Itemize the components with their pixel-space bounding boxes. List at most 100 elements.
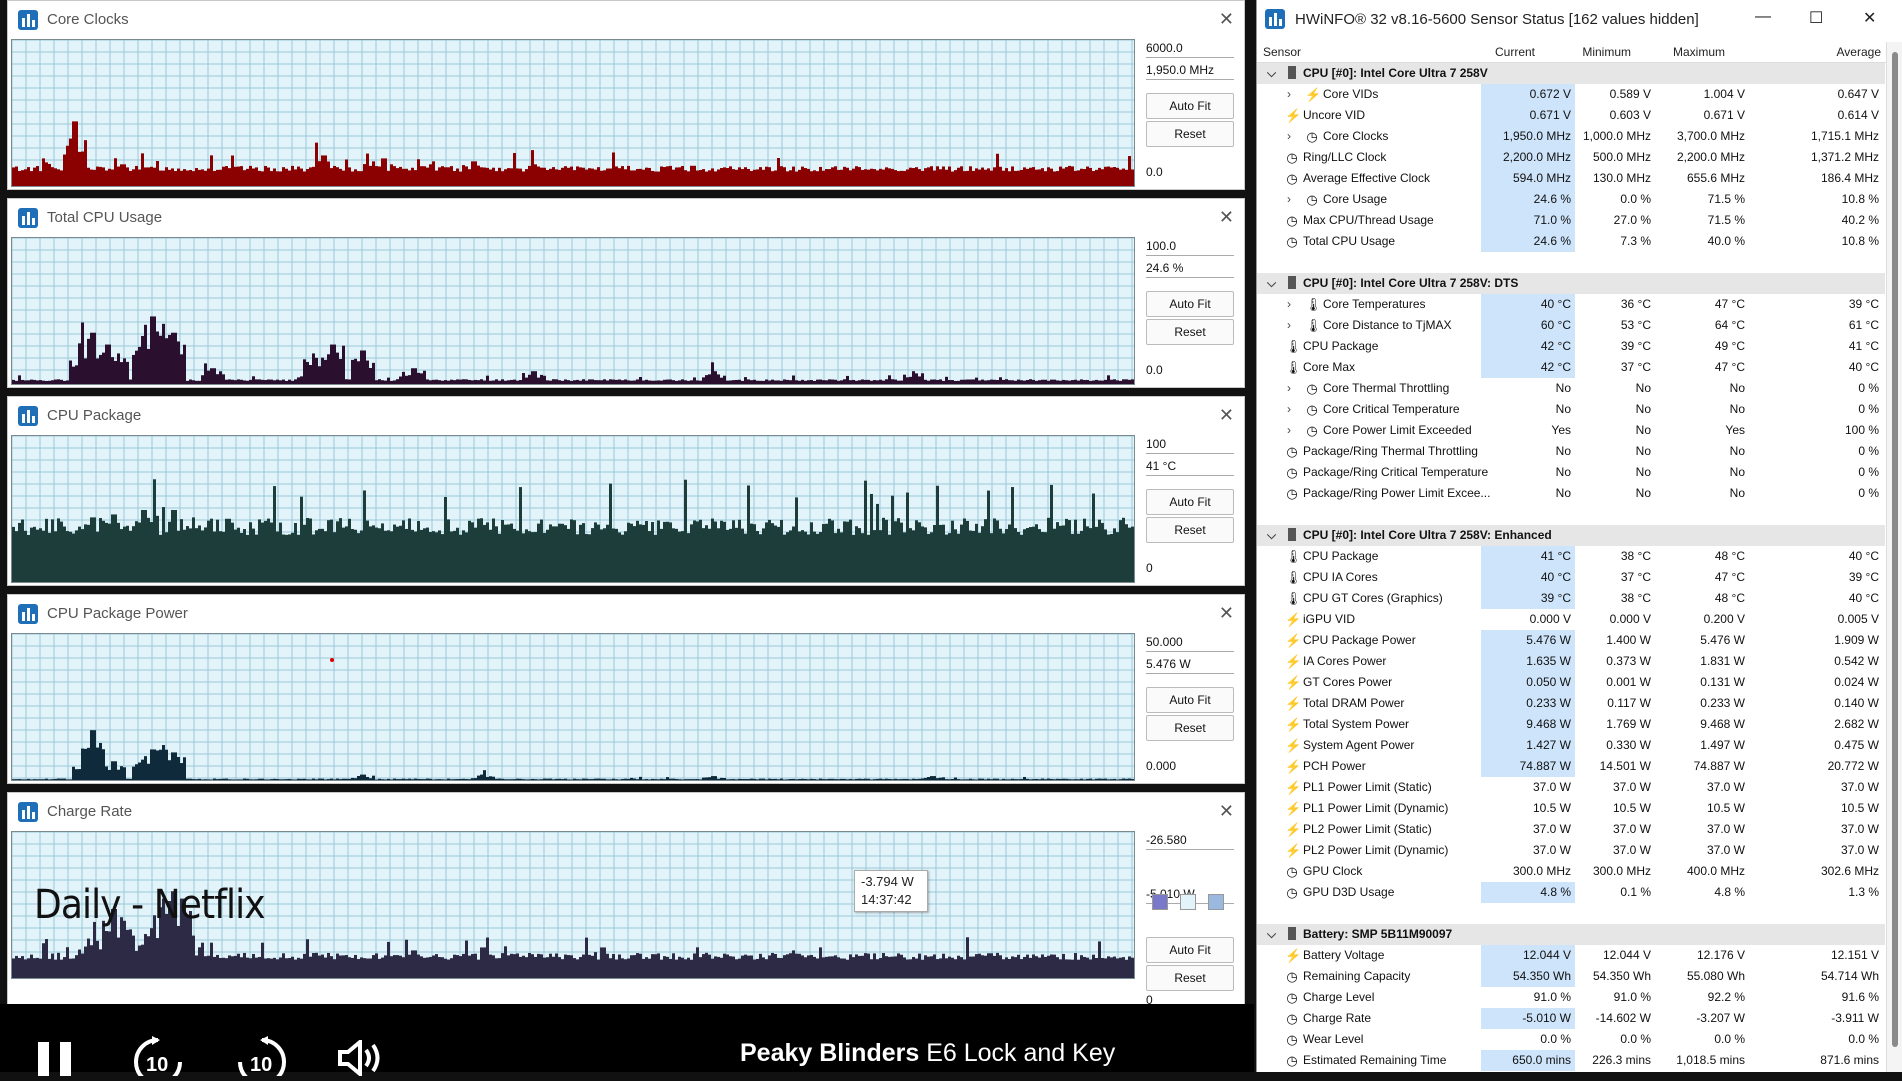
expand-icon[interactable]: › <box>1287 84 1291 105</box>
sensor-row[interactable]: ⚡ Battery Voltage 12.044 V 12.044 V 12.17… <box>1257 945 1885 966</box>
sensor-row[interactable]: 🌡 CPU Package 42 °C 39 °C 49 °C 41 °C <box>1257 336 1885 357</box>
sensor-row[interactable]: ⚡ Total System Power 9.468 W 1.769 W 9.46… <box>1257 714 1885 735</box>
sensor-row[interactable]: › ◷ Core Critical Temperature No No No 0 % <box>1257 399 1885 420</box>
sensor-row[interactable]: ◷ Total CPU Usage 24.6 % 7.3 % 40.0 % 10.… <box>1257 231 1885 252</box>
expand-icon[interactable]: › <box>1287 399 1291 420</box>
expand-icon[interactable]: › <box>1287 315 1291 336</box>
reset-button[interactable]: Reset <box>1146 319 1234 345</box>
graph-bar <box>240 957 243 978</box>
sensor-group[interactable]: ⌵ CPU [#0]: Intel Core Ultra 7 258V: DTS <box>1257 273 1885 294</box>
graph-plot-area[interactable]: Daily - Netflix -3.794 W 14:37:42 <box>11 831 1135 979</box>
auto-fit-button[interactable]: Auto Fit <box>1146 937 1234 963</box>
sensor-row[interactable]: 🌡 CPU IA Cores 40 °C 37 °C 47 °C 39 °C <box>1257 567 1885 588</box>
expand-icon[interactable]: › <box>1287 126 1291 147</box>
auto-fit-button[interactable]: Auto Fit <box>1146 291 1234 317</box>
collapse-icon[interactable]: ⌵ <box>1267 63 1276 84</box>
scrollbar[interactable] <box>1886 42 1902 1072</box>
sensor-row[interactable]: › ◷ Core Usage 24.6 % 0.0 % 71.5 % 10.8 % <box>1257 189 1885 210</box>
graph-plot-area[interactable] <box>11 435 1135 583</box>
maximize-button[interactable]: ☐ <box>1809 8 1823 28</box>
close-icon[interactable]: ✕ <box>1219 207 1234 227</box>
volume-icon[interactable] <box>336 1037 392 1079</box>
sensor-row[interactable]: ⚡ PL1 Power Limit (Dynamic) 10.5 W 10.5 W… <box>1257 798 1885 819</box>
auto-fit-button[interactable]: Auto Fit <box>1146 489 1234 515</box>
sensor-row[interactable]: ◷ Wear Level 0.0 % 0.0 % 0.0 % 0.0 % <box>1257 1029 1885 1050</box>
column-header[interactable]: Sensor Current Minimum Maximum Average <box>1257 42 1902 63</box>
graph-plot-area[interactable] <box>11 39 1135 187</box>
sensor-row[interactable]: ⚡ System Agent Power 1.427 W 0.330 W 1.49… <box>1257 735 1885 756</box>
sensor-row[interactable]: ◷ GPU D3D Usage 4.8 % 0.1 % 4.8 % 1.3 % <box>1257 882 1885 903</box>
skip-forward-icon[interactable]: 10 <box>234 1034 290 1081</box>
graph-plot-area[interactable] <box>11 237 1135 385</box>
sensor-group[interactable]: ⌵ CPU [#0]: Intel Core Ultra 7 258V: Enh… <box>1257 525 1885 546</box>
sensor-row[interactable]: › ⚡ Core VIDs 0.672 V 0.589 V 1.004 V 0.64… <box>1257 84 1885 105</box>
sensor-row[interactable]: ◷ Remaining Capacity 54.350 Wh 54.350 Wh … <box>1257 966 1885 987</box>
close-icon[interactable]: ✕ <box>1219 603 1234 623</box>
reset-button[interactable]: Reset <box>1146 965 1234 991</box>
skip-back-icon[interactable]: 10 <box>130 1034 186 1081</box>
auto-fit-button[interactable]: Auto Fit <box>1146 687 1234 713</box>
sensor-row[interactable]: ◷ Estimated Remaining Time 650.0 mins 226… <box>1257 1050 1885 1071</box>
close-button[interactable]: ✕ <box>1863 8 1876 28</box>
sensor-row[interactable]: 🌡 Core Max 42 °C 37 °C 47 °C 40 °C <box>1257 357 1885 378</box>
close-icon[interactable]: ✕ <box>1219 405 1234 425</box>
sensor-row[interactable]: ⚡ Uncore VID 0.671 V 0.603 V 0.671 V 0.61… <box>1257 105 1885 126</box>
sensor-group[interactable]: ⌵ CPU [#0]: Intel Core Ultra 7 258V <box>1257 63 1885 84</box>
sensor-row[interactable]: ⚡ CPU Package Power 5.476 W 1.400 W 5.476… <box>1257 630 1885 651</box>
minimize-button[interactable]: — <box>1755 8 1771 26</box>
sensor-row[interactable]: ◷ GPU Clock 300.0 MHz 300.0 MHz 400.0 MHz… <box>1257 861 1885 882</box>
sensor-row[interactable]: ⚡ PCH Power 74.887 W 14.501 W 74.887 W 20… <box>1257 756 1885 777</box>
expand-icon[interactable]: › <box>1287 189 1291 210</box>
reset-button[interactable]: Reset <box>1146 715 1234 741</box>
collapse-icon[interactable]: ⌵ <box>1267 924 1276 945</box>
expand-icon[interactable]: › <box>1287 420 1291 441</box>
color-swatch[interactable] <box>1208 894 1224 910</box>
auto-fit-button[interactable]: Auto Fit <box>1146 93 1234 119</box>
sensor-row[interactable]: ◷ Package/Ring Power Limit Excee... No No… <box>1257 483 1885 504</box>
sensor-row[interactable]: ⚡ PL1 Power Limit (Static) 37.0 W 37.0 W … <box>1257 777 1885 798</box>
sensor-row[interactable]: ⚡ Total DRAM Power 0.233 W 0.117 W 0.233 … <box>1257 693 1885 714</box>
sensor-row[interactable]: ⚡ PL2 Power Limit (Static) 37.0 W 37.0 W … <box>1257 819 1885 840</box>
sensor-row[interactable]: › ◷ Core Clocks 1,950.0 MHz 1,000.0 MHz 3,… <box>1257 126 1885 147</box>
sensor-row[interactable]: ◷ Package/Ring Thermal Throttling No No N… <box>1257 441 1885 462</box>
close-icon[interactable]: ✕ <box>1219 9 1234 29</box>
sensor-row[interactable]: ⚡ iGPU VID 0.000 V 0.000 V 0.200 V 0.005 … <box>1257 609 1885 630</box>
scrollbar-thumb[interactable] <box>1892 52 1898 1047</box>
col-average[interactable]: Average <box>1837 45 1881 59</box>
sensor-row[interactable]: 🌡 CPU GT Cores (Graphics) 39 °C 38 °C 48 … <box>1257 588 1885 609</box>
sensor-row[interactable]: ◷ Charge Rate -5.010 W -14.602 W -3.207 W… <box>1257 1008 1885 1029</box>
close-icon[interactable]: ✕ <box>1219 801 1234 821</box>
reset-button[interactable]: Reset <box>1146 517 1234 543</box>
pause-icon[interactable] <box>38 1042 78 1076</box>
graph-bar <box>12 379 15 384</box>
sensor-row[interactable]: ◷ Max CPU/Thread Usage 71.0 % 27.0 % 71.5… <box>1257 210 1885 231</box>
sensor-label: Total System Power <box>1303 717 1410 731</box>
col-sensor[interactable]: Sensor <box>1263 45 1301 59</box>
sensor-row[interactable]: › ◷ Core Thermal Throttling No No No 0 % <box>1257 378 1885 399</box>
sensor-row[interactable]: 🌡 CPU Package 41 °C 38 °C 48 °C 40 °C <box>1257 546 1885 567</box>
sensor-row[interactable]: ◷ Average Effective Clock 594.0 MHz 130.0… <box>1257 168 1885 189</box>
sensor-row[interactable]: ◷ Ring/LLC Clock 2,200.0 MHz 500.0 MHz 2,… <box>1257 147 1885 168</box>
graph-bar <box>441 166 444 186</box>
col-minimum[interactable]: Minimum <box>1582 45 1631 59</box>
color-swatch[interactable] <box>1152 894 1168 910</box>
col-maximum[interactable]: Maximum <box>1673 45 1725 59</box>
sensor-row[interactable]: ⚡ GT Cores Power 0.050 W 0.001 W 0.131 W … <box>1257 672 1885 693</box>
graph-plot-area[interactable] <box>11 633 1135 781</box>
sensor-row[interactable]: › ◷ Core Power Limit Exceeded Yes No Yes 1… <box>1257 420 1885 441</box>
reset-button[interactable]: Reset <box>1146 121 1234 147</box>
col-current[interactable]: Current <box>1495 45 1535 59</box>
sensor-row[interactable]: ◷ Charge Level 91.0 % 91.0 % 92.2 % 91.6 … <box>1257 987 1885 1008</box>
sensor-row[interactable]: › 🌡 Core Temperatures 40 °C 36 °C 47 °C 39… <box>1257 294 1885 315</box>
graph-bar <box>825 956 828 978</box>
expand-icon[interactable]: › <box>1287 294 1291 315</box>
sensor-row[interactable]: ◷ Package/Ring Critical Temperature No No… <box>1257 462 1885 483</box>
collapse-icon[interactable]: ⌵ <box>1267 525 1276 546</box>
sensor-row[interactable]: ⚡ PL2 Power Limit (Dynamic) 37.0 W 37.0 W… <box>1257 840 1885 861</box>
sensor-group[interactable]: ⌵ Battery: SMP 5B11M90097 <box>1257 924 1885 945</box>
expand-icon[interactable]: › <box>1287 378 1291 399</box>
collapse-icon[interactable]: ⌵ <box>1267 273 1276 294</box>
color-swatch[interactable] <box>1180 894 1196 910</box>
sensor-row[interactable]: ⚡ IA Cores Power 1.635 W 0.373 W 1.831 W … <box>1257 651 1885 672</box>
sensor-row[interactable]: › 🌡 Core Distance to TjMAX 60 °C 53 °C 64 … <box>1257 315 1885 336</box>
